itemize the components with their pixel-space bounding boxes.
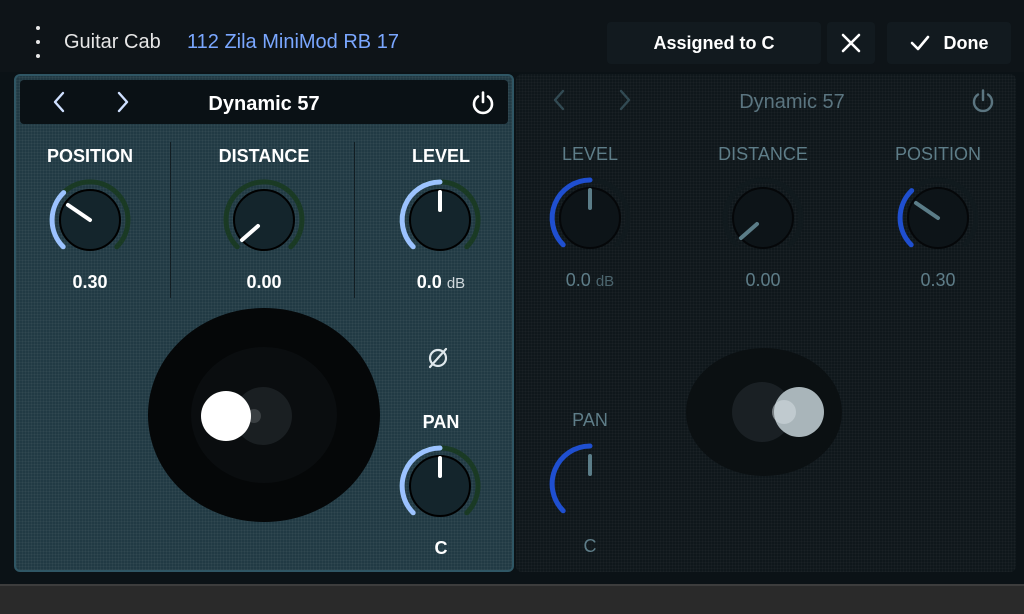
pan-value: C [434, 538, 448, 558]
distance-value: 0.00 [745, 270, 781, 290]
header-bar: Guitar Cab 112 Zila MiniMod RB 17 Assign… [0, 0, 1024, 72]
divider [170, 142, 171, 298]
close-icon [841, 33, 861, 53]
mic-a-name[interactable]: Dynamic 57 [20, 93, 508, 116]
mic-position-pad[interactable] [146, 306, 382, 524]
level-number: 0.0 [565, 270, 591, 290]
done-button[interactable]: Done [887, 22, 1011, 64]
distance-value: 0.00 [246, 272, 282, 292]
preset-name[interactable]: 112 Zila MiniMod RB 17 [187, 31, 399, 54]
instrument-type-label: Guitar Cab [64, 31, 161, 53]
distance-label: DISTANCE [718, 144, 808, 164]
device-bezel [0, 584, 1024, 614]
pan-knob[interactable] [542, 436, 638, 532]
distance-label: DISTANCE [218, 146, 310, 166]
mic-position-handle [201, 391, 251, 441]
power-icon[interactable] [970, 88, 996, 114]
level-value: 0.0 dB [371, 272, 511, 293]
level-unit: dB [446, 275, 466, 292]
assigned-button[interactable]: Assigned to C [607, 22, 821, 64]
kebab-menu-icon[interactable] [28, 26, 48, 58]
distance-knob[interactable] [216, 172, 312, 268]
level-knob[interactable] [542, 170, 638, 266]
level-label: LEVEL [411, 146, 470, 166]
assigned-label: Assigned to C [653, 32, 775, 53]
power-icon[interactable] [470, 90, 496, 116]
checkmark-icon [910, 35, 929, 51]
position-value: 0.30 [72, 272, 108, 292]
level-knob[interactable] [392, 172, 488, 268]
level-value: 0.0 dB [520, 270, 660, 291]
mic-a-panel: Dynamic 57 POSITION 0.30 DISTANCE 0.00 L… [14, 74, 514, 572]
pan-value: C [583, 536, 597, 556]
position-value: 0.30 [920, 270, 956, 290]
level-unit: dB [595, 273, 615, 290]
pan-label: PAN [572, 410, 608, 430]
distance-knob[interactable] [715, 170, 811, 266]
pan-label: PAN [422, 412, 460, 432]
mic-b-selector-bar: Dynamic 57 [520, 78, 1008, 122]
guitar-cab-editor: Guitar Cab 112 Zila MiniMod RB 17 Assign… [0, 0, 1024, 584]
divider [354, 142, 355, 298]
position-knob[interactable] [890, 170, 986, 266]
mic-b-panel: Dynamic 57 LEVEL 0.0 dB DISTANCE 0.00 PO… [516, 74, 1016, 572]
level-label: LEVEL [561, 144, 619, 164]
mic-a-selector-bar: Dynamic 57 [20, 80, 508, 124]
pan-knob[interactable] [392, 438, 488, 534]
done-label: Done [943, 32, 989, 53]
mic-position-pad[interactable] [684, 346, 844, 478]
position-label: POSITION [894, 144, 981, 164]
phase-invert-icon[interactable] [426, 346, 450, 370]
mic-b-name[interactable]: Dynamic 57 [520, 91, 1008, 114]
position-label: POSITION [46, 146, 133, 166]
position-knob[interactable] [42, 172, 138, 268]
level-number: 0.0 [416, 272, 442, 292]
close-button[interactable] [827, 22, 875, 64]
